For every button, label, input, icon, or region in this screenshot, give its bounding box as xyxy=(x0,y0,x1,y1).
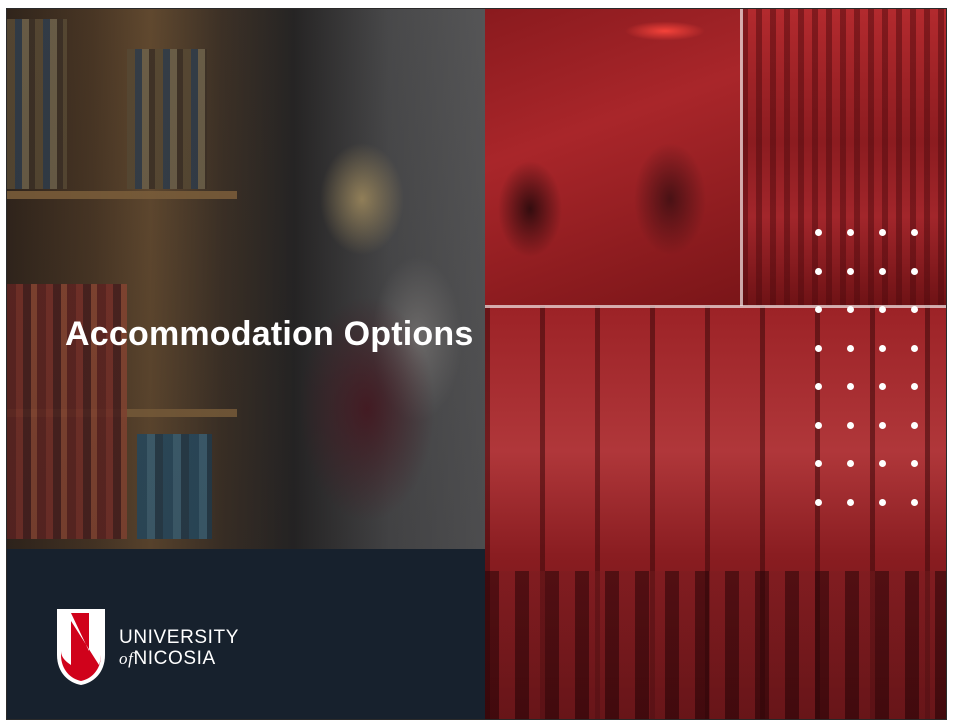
logo-nicosia: ofNICOSIA xyxy=(119,648,239,669)
decorative-dot xyxy=(847,229,854,236)
logo-name: NICOSIA xyxy=(133,648,216,669)
decorative-dot xyxy=(815,460,822,467)
slide: Accommodation Options UNIVERSITY ofNICOS… xyxy=(6,8,947,720)
decorative-dot xyxy=(911,498,918,506)
decorative-dot xyxy=(879,460,886,467)
decorative-dot xyxy=(879,229,886,236)
photo-divider xyxy=(740,9,743,306)
decorative-dot xyxy=(847,344,854,352)
logo-university: UNIVERSITY xyxy=(119,627,240,648)
decorative-dot xyxy=(911,306,918,313)
decorative-dot xyxy=(815,498,822,506)
decorative-dot xyxy=(847,498,854,506)
logo-of: of xyxy=(119,649,134,668)
logo-text: UNIVERSITY ofNICOSIA xyxy=(119,627,239,669)
cafe-photo-red xyxy=(485,9,742,306)
decorative-dot xyxy=(879,267,886,275)
slide-title: Accommodation Options xyxy=(65,315,474,353)
decorative-dot xyxy=(815,383,822,390)
shield-logo-icon xyxy=(57,609,105,685)
decorative-dot xyxy=(847,383,854,390)
decorative-dot xyxy=(847,421,854,429)
decorative-dot xyxy=(911,383,918,390)
decorative-dot xyxy=(879,306,886,313)
decorative-dot xyxy=(911,421,918,429)
decorative-dot xyxy=(879,383,886,390)
decorative-dot xyxy=(815,306,822,313)
decorative-dot xyxy=(815,267,822,275)
decorative-dot xyxy=(879,344,886,352)
decorative-dot xyxy=(911,344,918,352)
decorative-dot xyxy=(879,421,886,429)
university-logo: UNIVERSITY ofNICOSIA xyxy=(55,607,245,687)
decorative-dot xyxy=(815,344,822,352)
decorative-dot xyxy=(911,229,918,236)
decorative-dot xyxy=(847,306,854,313)
decorative-dot xyxy=(815,229,822,236)
decorative-dot xyxy=(911,460,918,467)
decorative-dot xyxy=(847,267,854,275)
photo-overlay xyxy=(7,9,485,549)
decorative-dot xyxy=(911,267,918,275)
decorative-dot xyxy=(847,460,854,467)
dot-grid-decoration xyxy=(815,229,941,519)
decorative-dot xyxy=(815,421,822,429)
decorative-dot xyxy=(879,498,886,506)
